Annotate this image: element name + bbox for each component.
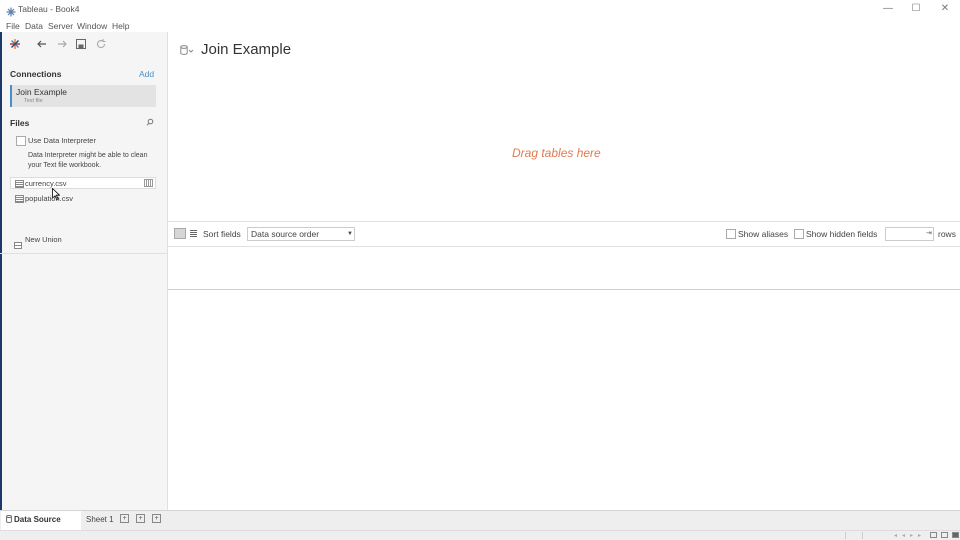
data-interpreter-description: Data Interpreter might be able to clean … [28, 152, 148, 169]
new-story-icon[interactable]: + [152, 514, 161, 523]
left-edge-bar [0, 32, 2, 510]
tab-sheet-1[interactable]: Sheet 1 [86, 515, 114, 524]
grid-area-divider [168, 289, 960, 290]
status-separator [862, 532, 863, 539]
file-name: population.csv [25, 194, 73, 203]
filmstrip-view-icon[interactable] [930, 532, 937, 538]
data-interpreter-checkbox[interactable] [16, 136, 26, 146]
new-union-icon [14, 236, 22, 249]
left-panel-divider [0, 253, 167, 254]
file-name: currency.csv [25, 179, 67, 188]
drag-tables-hint: Drag tables here [512, 146, 601, 160]
status-bar [0, 530, 960, 540]
sort-fields-value: Data source order [251, 229, 320, 239]
maximize-button[interactable]: ☐ [902, 2, 930, 16]
list-view-button[interactable] [190, 230, 197, 237]
new-union-link[interactable]: New Union [25, 235, 62, 244]
connection-name: Join Example [16, 87, 68, 97]
show-hidden-fields-checkbox[interactable] [794, 229, 804, 239]
menu-file[interactable]: File [6, 21, 20, 31]
show-aliases-checkbox[interactable] [726, 229, 736, 239]
menu-window[interactable]: Window [77, 21, 107, 31]
search-icon[interactable] [146, 118, 154, 128]
grid-header-divider [168, 246, 960, 247]
show-aliases-label: Show aliases [738, 229, 789, 239]
title-bar [0, 0, 960, 18]
arrow-right-icon[interactable]: ⇥ [926, 229, 932, 237]
table-icon [15, 180, 24, 188]
first-sheet-icon[interactable]: ◂ [894, 532, 897, 539]
close-button[interactable]: ✕ [931, 2, 959, 16]
menu-data[interactable]: Data [25, 21, 43, 31]
datasource-tab-icon [6, 515, 12, 525]
refresh-icon[interactable] [94, 38, 108, 50]
sorter-view-icon[interactable] [941, 532, 948, 538]
save-icon[interactable] [74, 38, 88, 50]
menu-help[interactable]: Help [112, 21, 129, 31]
forward-icon[interactable] [55, 38, 69, 50]
data-interpreter-label: Use Data Interpreter [28, 136, 96, 145]
connections-heading: Connections [10, 69, 62, 79]
status-separator [845, 532, 846, 539]
rows-label: rows [938, 229, 956, 239]
view-data-icon[interactable] [144, 179, 153, 187]
new-worksheet-icon[interactable]: + [120, 514, 129, 523]
sort-fields-label: Sort fields [203, 229, 241, 239]
tableau-app-icon [6, 4, 16, 17]
tabs-view-icon[interactable] [952, 532, 959, 538]
menu-server[interactable]: Server [48, 21, 73, 31]
chevron-down-icon: ▼ [347, 231, 353, 237]
tab-data-source-label: Data Source [14, 515, 61, 524]
grid-view-button[interactable] [174, 228, 186, 239]
window-title: Tableau - Book4 [18, 4, 80, 14]
table-icon [15, 195, 24, 203]
prev-sheet-icon[interactable]: ◂ [902, 532, 905, 539]
next-sheet-icon[interactable]: ▸ [910, 532, 913, 539]
show-hidden-fields-label: Show hidden fields [806, 229, 878, 239]
new-dashboard-icon[interactable]: + [136, 514, 145, 523]
connection-type: Text file [24, 98, 43, 104]
files-heading: Files [10, 118, 30, 128]
minimize-button[interactable]: — [874, 2, 902, 16]
datasource-title[interactable]: Join Example [201, 41, 291, 58]
back-icon[interactable] [35, 38, 49, 50]
last-sheet-icon[interactable]: ▸ [918, 532, 921, 539]
add-connection-link[interactable]: Add [139, 69, 154, 79]
datasource-icon[interactable] [180, 45, 194, 57]
menu-bar [0, 19, 960, 32]
tableau-logo-icon[interactable] [8, 38, 22, 50]
